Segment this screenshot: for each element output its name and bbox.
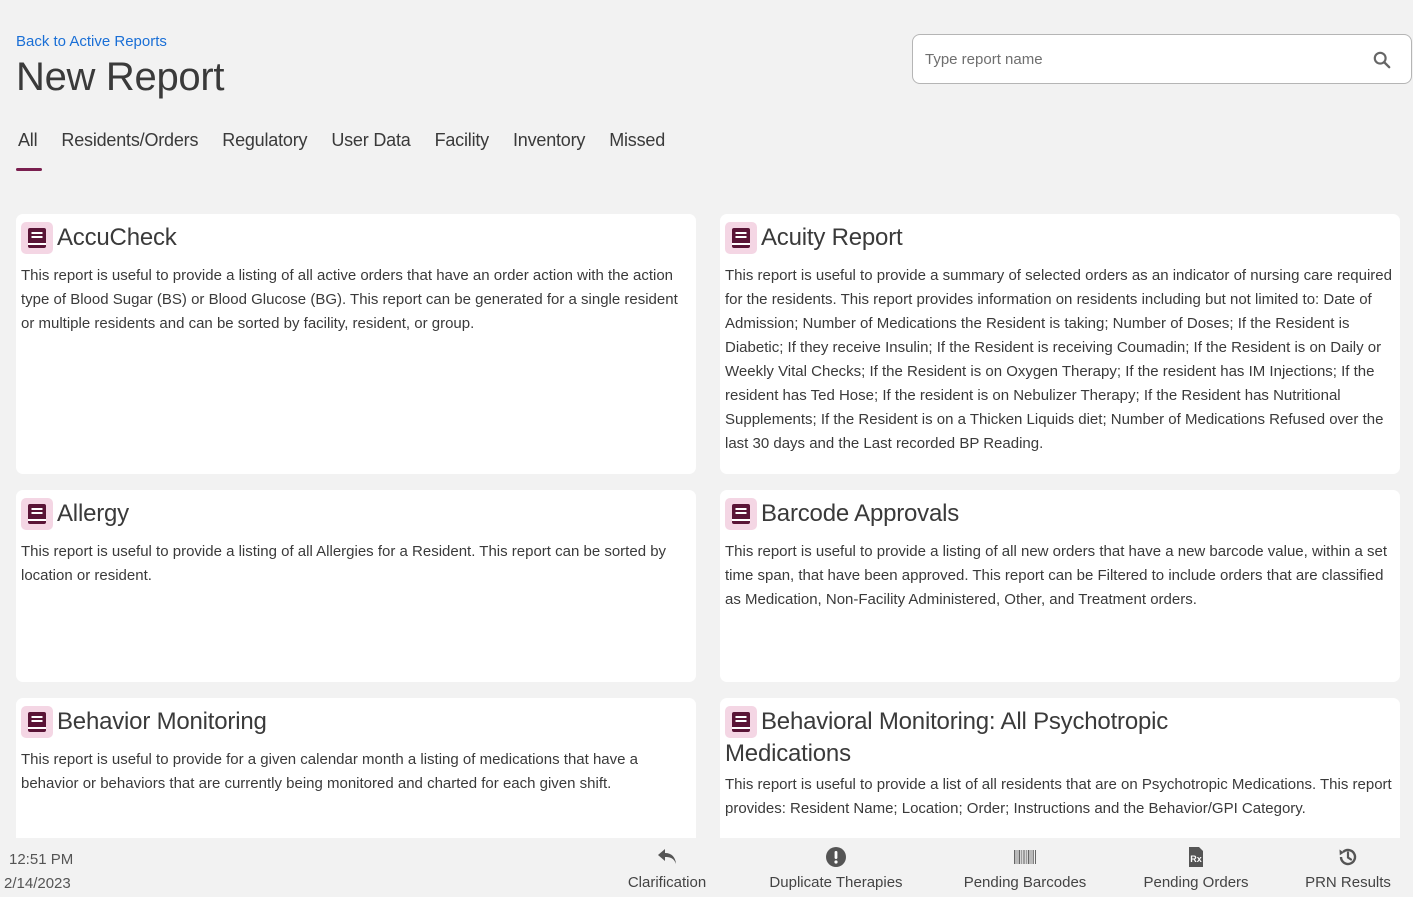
pending-barcodes-button[interactable]: Pending Barcodes [950, 846, 1100, 891]
tab-facility[interactable]: Facility [435, 130, 490, 171]
page-title: New Report [16, 55, 225, 99]
history-icon [1339, 848, 1357, 866]
pending-orders-button[interactable]: Rx Pending Orders [1130, 846, 1262, 891]
duplicate-therapies-button[interactable]: Duplicate Therapies [756, 846, 916, 891]
report-card-behavior-monitoring[interactable]: Behavior Monitoring This report is usefu… [16, 698, 696, 848]
report-card-behavioral-monitoring-psychotropic[interactable]: Behavioral Monitoring: All Psychotropic … [720, 698, 1400, 848]
svg-text:Rx: Rx [1190, 854, 1202, 864]
report-search-input[interactable] [925, 35, 1365, 83]
report-book-icon [725, 498, 757, 530]
clarification-label: Clarification [627, 874, 707, 891]
tab-regulatory[interactable]: Regulatory [222, 130, 307, 171]
report-search-box[interactable] [912, 34, 1412, 84]
report-book-icon [725, 222, 757, 254]
prescription-doc-icon: Rx [1189, 847, 1203, 867]
report-title: AccuCheck [57, 224, 177, 251]
report-category-tabs: All Residents/Orders Regulatory User Dat… [15, 130, 689, 171]
clock-time: 12:51 PM [9, 851, 74, 868]
report-card-barcode-approvals[interactable]: Barcode Approvals This report is useful … [720, 490, 1400, 682]
report-book-icon [725, 706, 757, 738]
prn-results-button[interactable]: PRN Results [1296, 846, 1400, 891]
report-book-icon [21, 706, 53, 738]
report-description: This report is useful to provide a listi… [21, 267, 678, 332]
bottom-toolbar: 12:51 PM 2/14/2023 Clarification Duplica… [0, 838, 1413, 897]
barcode-icon [1014, 850, 1036, 864]
report-description: This report is useful to provide a list … [725, 776, 1392, 817]
pending-barcodes-label: Pending Barcodes [963, 874, 1087, 891]
report-title: Allergy [57, 500, 129, 527]
report-card-acuity-report[interactable]: Acuity Report This report is useful to p… [720, 214, 1400, 474]
clarification-button[interactable]: Clarification [612, 846, 722, 891]
report-description: This report is useful to provide a summa… [725, 267, 1392, 452]
tab-user-data[interactable]: User Data [331, 130, 410, 171]
duplicate-therapies-label: Duplicate Therapies [769, 874, 903, 891]
report-description: This report is useful to provide a listi… [21, 543, 667, 584]
tab-missed[interactable]: Missed [609, 130, 665, 171]
tab-residents-orders[interactable]: Residents/Orders [61, 130, 198, 171]
report-title: Acuity Report [761, 224, 903, 251]
tab-all[interactable]: All [15, 130, 43, 171]
report-title: Behavioral Monitoring: All Psychotropic … [725, 708, 1169, 767]
report-card-accucheck[interactable]: AccuCheck This report is useful to provi… [16, 214, 696, 474]
report-description: This report is useful to provide a listi… [725, 543, 1388, 608]
alert-circle-icon [826, 847, 846, 867]
report-description: This report is useful to provide for a g… [21, 751, 638, 792]
search-icon[interactable] [1373, 51, 1391, 69]
tab-inventory[interactable]: Inventory [513, 130, 585, 171]
report-book-icon [21, 222, 53, 254]
pending-orders-label: Pending Orders [1143, 874, 1249, 891]
report-card-allergy[interactable]: Allergy This report is useful to provide… [16, 490, 696, 682]
report-title: Behavior Monitoring [57, 708, 267, 735]
back-to-active-reports-link[interactable]: Back to Active Reports [16, 33, 167, 50]
report-book-icon [21, 498, 53, 530]
prn-results-label: PRN Results [1305, 874, 1391, 891]
report-title: Barcode Approvals [761, 500, 960, 527]
clock-date: 2/14/2023 [4, 875, 71, 892]
reply-arrow-icon [658, 849, 676, 864]
